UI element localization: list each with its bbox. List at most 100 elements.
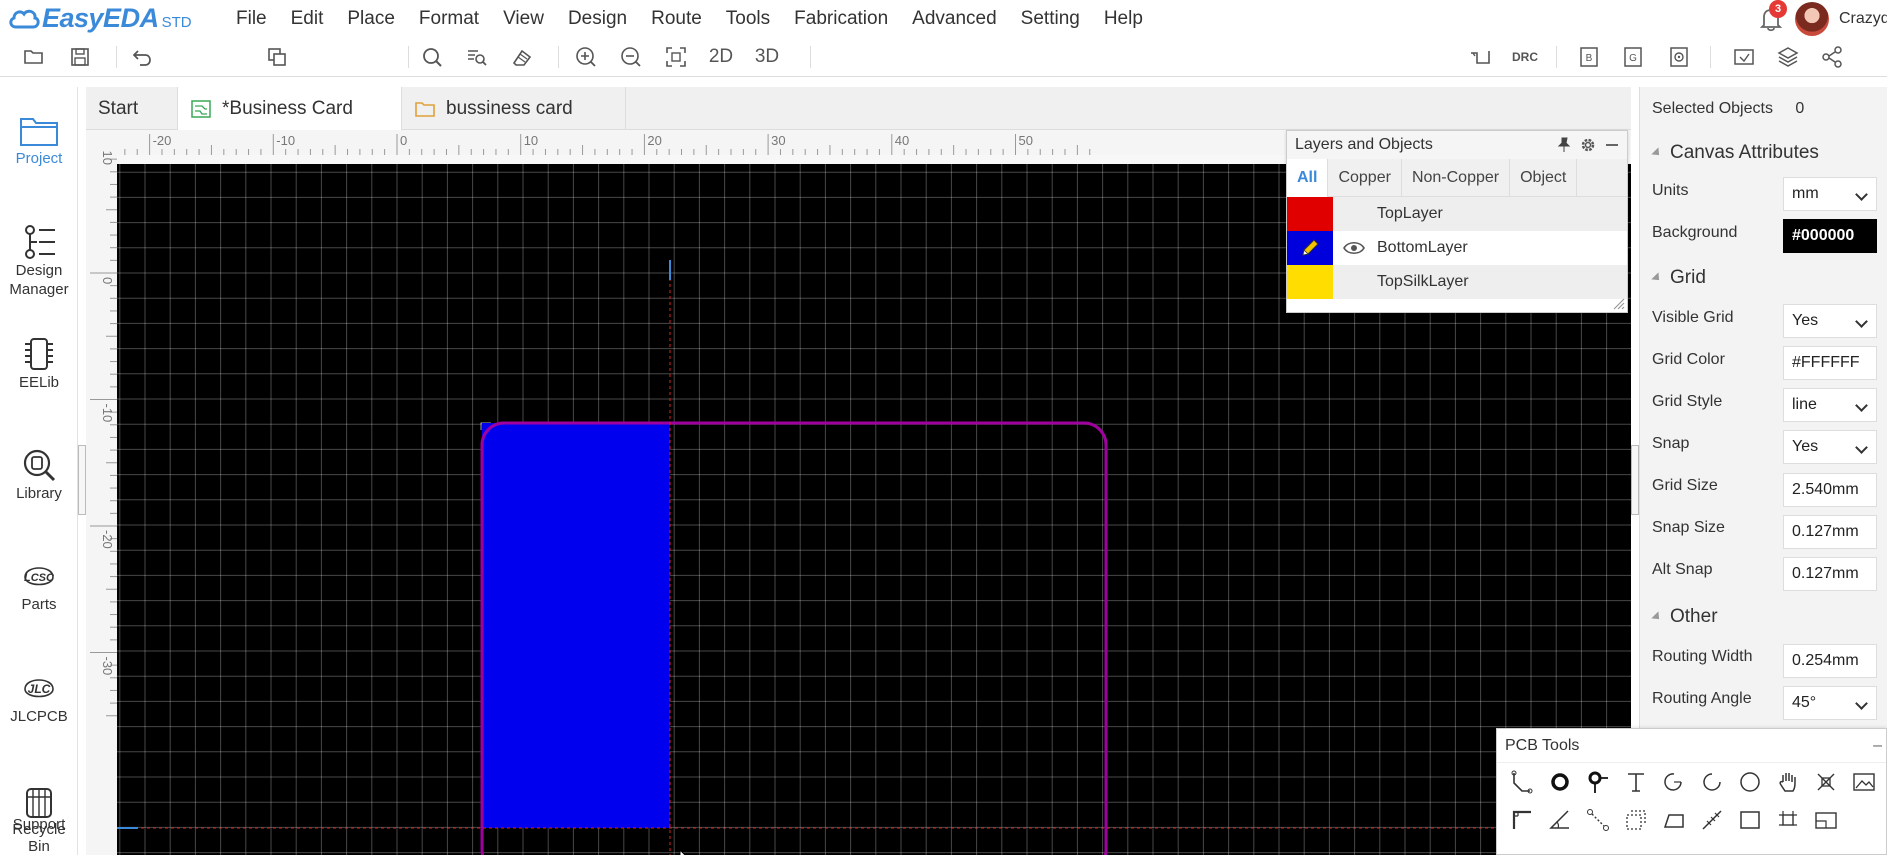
visible-grid-select[interactable]: Yes — [1783, 304, 1877, 338]
minimize-icon[interactable]: – — [1873, 729, 1882, 763]
layer-row-bottomlayer[interactable]: BottomLayer — [1287, 231, 1627, 265]
minimize-icon[interactable] — [1603, 136, 1621, 154]
center-arc-tool[interactable] — [1697, 767, 1727, 797]
connect-pad-tool[interactable] — [1583, 805, 1613, 835]
layer-color-swatch[interactable] — [1287, 231, 1333, 265]
undo-icon[interactable] — [128, 43, 156, 71]
layers-tab-copper[interactable]: Copper — [1328, 159, 1402, 197]
footprint-tool[interactable] — [1773, 805, 1803, 835]
angle-tool[interactable] — [1545, 805, 1575, 835]
import-icon[interactable] — [1466, 43, 1494, 71]
copper-area-tool[interactable] — [1659, 805, 1689, 835]
dimension-tool[interactable] — [1507, 805, 1537, 835]
tab-business-card[interactable]: *Business Card — [178, 87, 402, 130]
pin-icon[interactable] — [1555, 136, 1573, 154]
menu-tools[interactable]: Tools — [714, 0, 782, 37]
canvas-origin-tool[interactable] — [1811, 805, 1841, 835]
pad-tool[interactable] — [1545, 767, 1575, 797]
section-other[interactable]: Other — [1651, 602, 1718, 632]
eraser-icon[interactable] — [508, 43, 536, 71]
text-tool[interactable] — [1621, 767, 1651, 797]
sidebar-item-parts[interactable]: LCSC Parts — [0, 557, 78, 614]
menu-view[interactable]: View — [491, 0, 556, 37]
via-tool[interactable] — [1583, 767, 1613, 797]
image-tool[interactable] — [1849, 767, 1879, 797]
search-icon[interactable] — [418, 43, 446, 71]
menu-advanced[interactable]: Advanced — [900, 0, 1009, 37]
tab-bussiness-card-folder[interactable]: bussiness card — [402, 87, 626, 130]
grid-size-input[interactable]: 2.540mm — [1783, 473, 1877, 507]
sidebar-item-jlcpcb[interactable]: JLC JLCPCB — [0, 669, 78, 726]
layers-tab-all[interactable]: All — [1287, 159, 1329, 197]
layer-row-toplayer[interactable]: TopLayer — [1287, 197, 1627, 231]
menu-setting[interactable]: Setting — [1009, 0, 1092, 37]
right-panel-collapse-handle[interactable] — [1631, 445, 1639, 515]
view-3d-button[interactable]: 3D — [750, 43, 784, 71]
menu-route[interactable]: Route — [639, 0, 714, 37]
snap-select[interactable]: Yes — [1783, 430, 1877, 464]
sidebar-item-project[interactable]: Project — [0, 111, 78, 168]
gerber-icon[interactable]: G — [1620, 43, 1646, 71]
sidebar-item-design-manager[interactable]: Design Manager — [0, 223, 78, 299]
menu-help[interactable]: Help — [1092, 0, 1155, 37]
move-tool[interactable] — [1811, 767, 1841, 797]
layers-tab-object[interactable]: Object — [1510, 159, 1578, 197]
rectangle-icon — [1740, 811, 1760, 829]
sidebar-item-support[interactable]: Support Recycle Bin — [0, 783, 78, 855]
open-folder-icon[interactable] — [20, 43, 48, 71]
routing-angle-select[interactable]: 45° — [1783, 686, 1877, 720]
zoom-out-icon[interactable] — [617, 43, 645, 71]
fit-view-icon[interactable] — [662, 43, 690, 71]
layer-row-topsilklayer[interactable]: TopSilkLayer — [1287, 265, 1627, 299]
circle-tool[interactable] — [1735, 767, 1765, 797]
left-panel-collapse-handle[interactable] — [78, 445, 86, 515]
menu-fabrication[interactable]: Fabrication — [782, 0, 900, 37]
pick-place-icon[interactable] — [1666, 43, 1692, 71]
menu-edit[interactable]: Edit — [279, 0, 336, 37]
dimension-icon — [1512, 810, 1531, 829]
section-grid[interactable]: Grid — [1651, 263, 1706, 293]
eye-icon[interactable] — [1343, 240, 1365, 256]
copy-icon[interactable] — [263, 43, 291, 71]
layer-color-swatch[interactable] — [1287, 265, 1333, 299]
view-2d-button[interactable]: 2D — [706, 43, 736, 71]
bottom-layer-copper-fill[interactable] — [482, 423, 670, 828]
export-image-icon[interactable] — [1730, 43, 1758, 71]
section-canvas-attributes[interactable]: Canvas Attributes — [1651, 138, 1819, 168]
layers-icon[interactable] — [1774, 43, 1802, 71]
layers-tab-non-copper[interactable]: Non-Copper — [1402, 159, 1511, 197]
zoom-in-icon[interactable] — [572, 43, 600, 71]
background-color-input[interactable]: #000000 — [1783, 219, 1877, 253]
resize-grip-icon[interactable] — [1611, 296, 1625, 310]
drc-button[interactable]: DRC — [1508, 43, 1542, 71]
tab-start[interactable]: Start — [86, 87, 178, 130]
rectangle-tool[interactable] — [1735, 805, 1765, 835]
sidebar-item-eelib[interactable]: EELib — [0, 335, 78, 392]
save-icon[interactable] — [66, 43, 94, 71]
find-list-icon[interactable] — [463, 43, 491, 71]
menu-file[interactable]: File — [224, 0, 279, 37]
select-region-tool[interactable] — [1621, 805, 1651, 835]
menu-place[interactable]: Place — [335, 0, 407, 37]
routing-width-input[interactable]: 0.254mm — [1783, 644, 1877, 678]
layer-color-swatch[interactable] — [1287, 197, 1333, 231]
share-icon[interactable] — [1818, 43, 1846, 71]
grid-color-input[interactable]: #FFFFFF — [1783, 346, 1877, 380]
snap-size-input[interactable]: 0.127mm — [1783, 515, 1877, 549]
menu-format[interactable]: Format — [407, 0, 491, 37]
username[interactable]: Crazydna — [1839, 10, 1887, 28]
arc-tool[interactable] — [1659, 767, 1689, 797]
units-select[interactable]: mm — [1783, 177, 1877, 211]
avatar[interactable] — [1795, 1, 1829, 36]
sidebar-item-library[interactable]: Library — [0, 446, 78, 503]
grid-style-select[interactable]: line — [1783, 388, 1877, 422]
track-tool[interactable] — [1507, 767, 1537, 797]
menu-design[interactable]: Design — [556, 0, 639, 37]
measure-tool[interactable] — [1697, 805, 1727, 835]
bom-icon[interactable]: B — [1576, 43, 1602, 71]
alt-snap-input[interactable]: 0.127mm — [1783, 557, 1877, 591]
gear-icon[interactable] — [1579, 136, 1597, 154]
pan-tool[interactable] — [1773, 767, 1803, 797]
notification-bell-icon[interactable]: 3 — [1757, 0, 1787, 33]
easyeda-logo[interactable]: EasyEDA STD — [8, 3, 192, 33]
